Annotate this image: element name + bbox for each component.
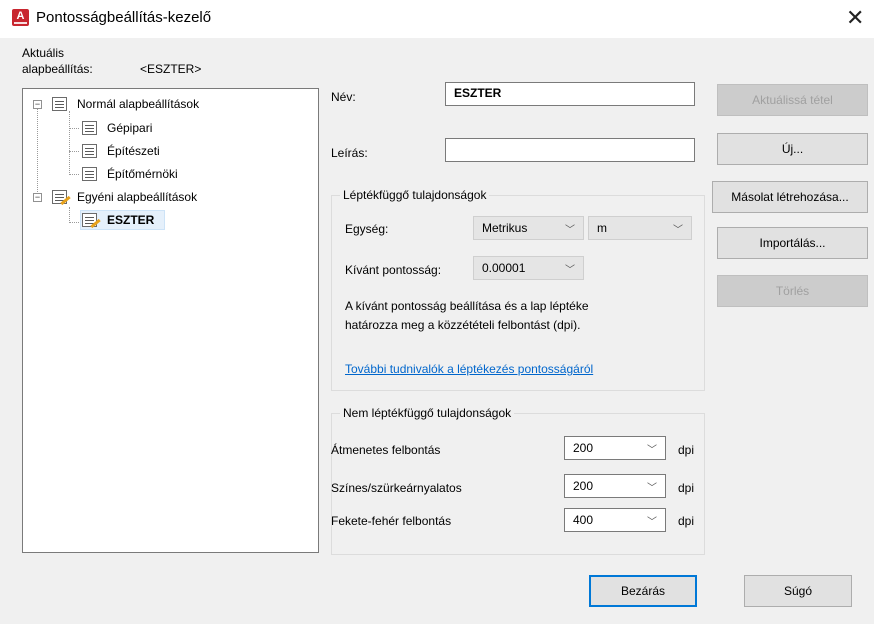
tree-connector	[69, 111, 70, 175]
dpi-unit: dpi	[678, 481, 695, 495]
gradient-resolution-select[interactable]: 200 ﹀	[564, 436, 666, 460]
delete-button[interactable]: Törlés	[717, 275, 868, 307]
precision-description-line1: A kívánt pontosság beállítása és a lap l…	[345, 299, 589, 313]
copy-button[interactable]: Másolat létrehozása...	[712, 181, 868, 213]
color-grayscale-select[interactable]: 200 ﹀	[564, 474, 666, 498]
chevron-down-icon: ﹀	[565, 265, 575, 276]
gradient-resolution-label: Átmenetes felbontás	[331, 443, 441, 457]
tree-item-architectural[interactable]: Építészeti	[107, 144, 160, 158]
description-field[interactable]	[445, 138, 695, 162]
autocad-app-icon: A	[12, 9, 29, 26]
current-preset-label-line1: Aktuális	[22, 46, 65, 60]
collapse-icon[interactable]: −	[33, 100, 42, 109]
tree-item-custom-presets[interactable]: Egyéni alapbeállítások	[77, 190, 197, 204]
window-title: Pontosságbeállítás-kezelő	[36, 9, 212, 26]
chevron-down-icon: ﹀	[647, 483, 657, 494]
tree-connector	[69, 207, 70, 223]
name-label: Név:	[331, 90, 356, 104]
black-white-resolution-label: Fekete-fehér felbontás	[331, 514, 452, 528]
precision-select[interactable]: 0.00001 ﹀	[473, 256, 584, 280]
list-icon	[52, 97, 67, 111]
scaling-precision-help-link[interactable]: További tudnivalók a léptékezés pontossá…	[345, 362, 593, 376]
description-label: Leírás:	[331, 146, 368, 160]
dpi-unit: dpi	[678, 443, 695, 457]
help-button[interactable]: Súgó	[744, 575, 852, 607]
tree-connector	[69, 128, 79, 129]
scale-dependent-title: Léptékfüggő tulajdonságok	[340, 188, 490, 202]
title-bar: A Pontosságbeállítás-kezelő ✕	[0, 0, 874, 38]
collapse-icon[interactable]: −	[33, 193, 42, 202]
tree-connector	[69, 222, 79, 223]
set-current-button[interactable]: Aktuálissá tétel	[717, 84, 868, 116]
black-white-resolution-select[interactable]: 400 ﹀	[564, 508, 666, 532]
tree-item-normal-presets[interactable]: Normál alapbeállítások	[77, 97, 199, 111]
tree-connector	[69, 151, 79, 152]
tree-item-mechanical[interactable]: Gépipari	[107, 121, 152, 135]
precision-description-line2: határozza meg a közzétételi felbontást (…	[345, 318, 581, 332]
list-icon	[82, 121, 97, 135]
current-preset-value: <ESZTER>	[140, 62, 202, 76]
tree-connector	[37, 107, 38, 202]
scale-independent-title: Nem léptékfüggő tulajdonságok	[340, 406, 515, 420]
dpi-unit: dpi	[678, 514, 695, 528]
unit-select[interactable]: Metrikus ﹀	[473, 216, 584, 240]
color-grayscale-label: Színes/szürkeárnyalatos	[331, 481, 462, 495]
unit-label: Egység:	[345, 222, 389, 236]
close-button[interactable]: Bezárás	[589, 575, 697, 607]
new-button[interactable]: Új...	[717, 133, 868, 165]
preset-tree[interactable]: − Normál alapbeállítások Gépipari Építés…	[22, 88, 319, 553]
tree-connector	[69, 174, 79, 175]
chevron-down-icon: ﹀	[565, 225, 575, 236]
precision-label: Kívánt pontosság:	[345, 263, 442, 277]
list-icon	[82, 167, 97, 181]
tree-item-eszter[interactable]: ESZTER	[107, 213, 154, 227]
list-icon	[82, 144, 97, 158]
chevron-down-icon: ﹀	[673, 225, 683, 236]
close-window-icon[interactable]: ✕	[846, 4, 864, 32]
name-field[interactable]: ESZTER	[445, 82, 695, 106]
tree-item-civil[interactable]: Építőmérnöki	[107, 167, 178, 181]
unit-sub-select[interactable]: m ﹀	[588, 216, 692, 240]
chevron-down-icon: ﹀	[647, 445, 657, 456]
chevron-down-icon: ﹀	[647, 517, 657, 528]
current-preset-label-line2: alapbeállítás:	[22, 62, 93, 76]
import-button[interactable]: Importálás...	[717, 227, 868, 259]
